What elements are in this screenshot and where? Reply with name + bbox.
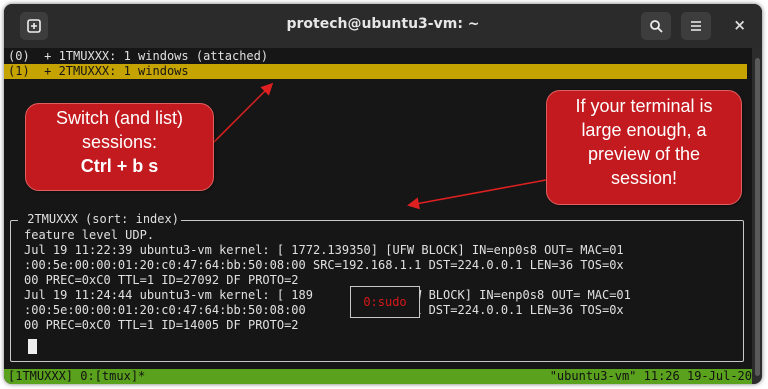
- callout-line: If your terminal is: [575, 96, 713, 116]
- callout-line: preview of the: [587, 144, 701, 164]
- callout-line: sessions:: [81, 132, 158, 152]
- callout-line: session!: [610, 168, 678, 188]
- callout-line: large enough, a: [581, 120, 707, 140]
- arrow-to-preview: [407, 179, 547, 210]
- arrow-to-session-list: [211, 82, 274, 145]
- callout-preview-info: If your terminal is large enough, a prev…: [546, 90, 742, 205]
- callout-switch-sessions: Switch (and list) sessions: Ctrl + b s: [25, 103, 214, 191]
- callout-line: Switch (and list): [55, 108, 184, 128]
- callout-shortcut: Ctrl + b s: [80, 156, 159, 176]
